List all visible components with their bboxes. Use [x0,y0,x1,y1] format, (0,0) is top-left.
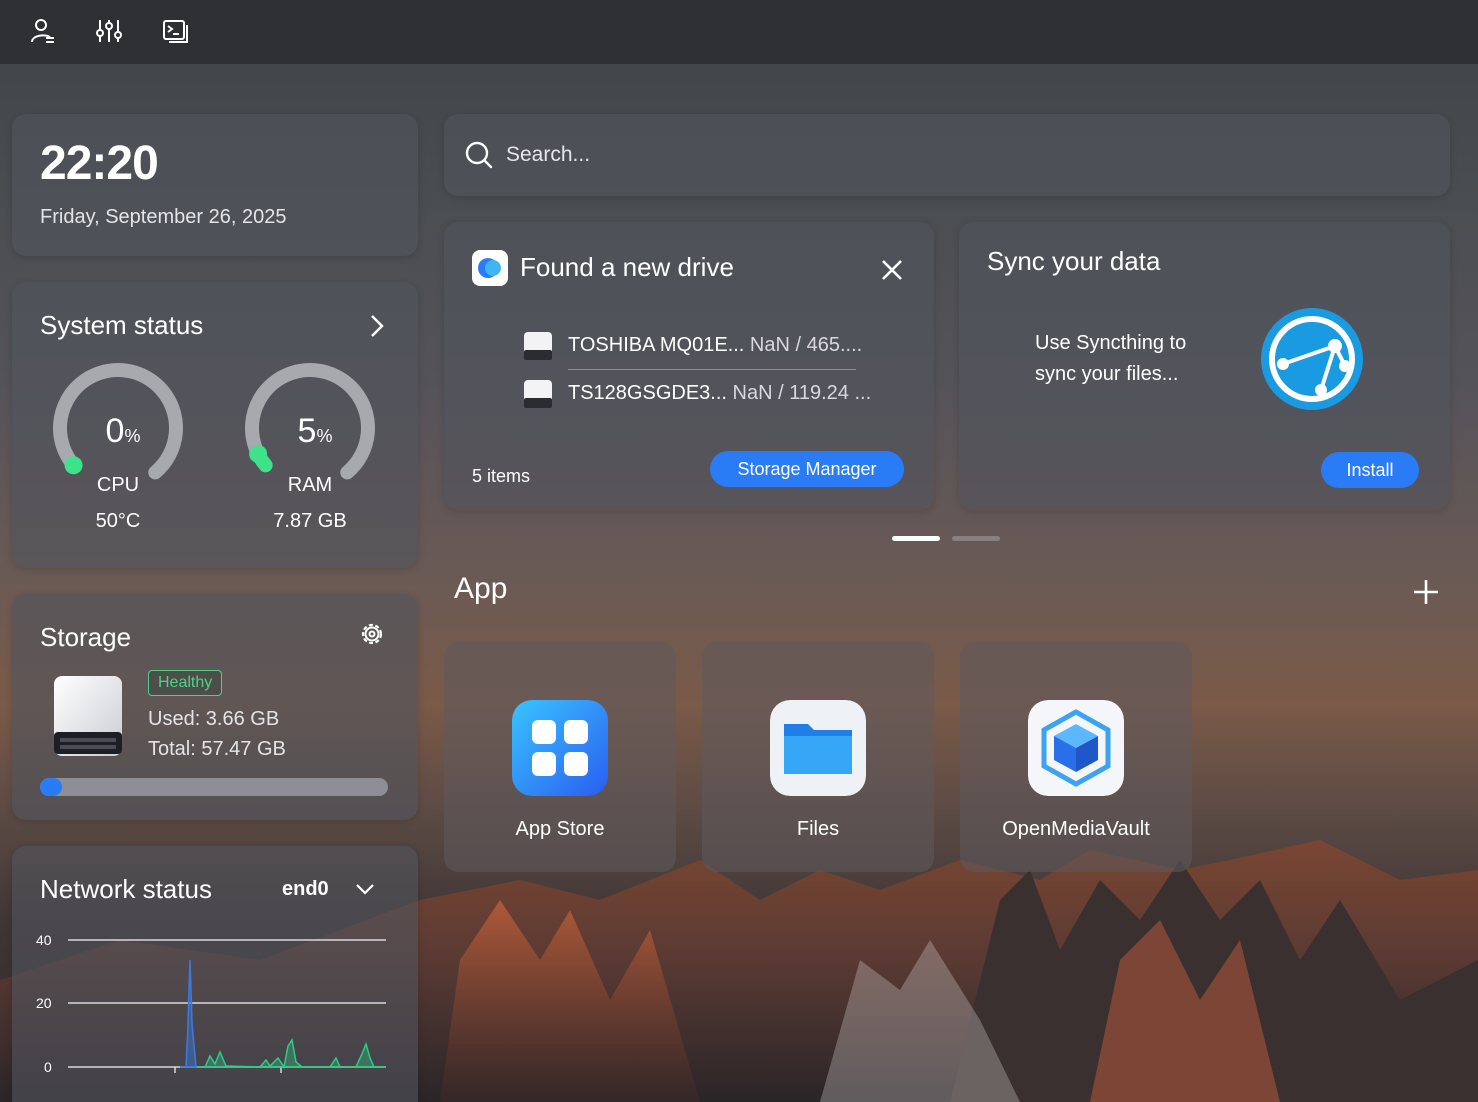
gear-icon[interactable] [358,620,386,648]
ram-percent: 5 [297,412,317,450]
sync-title: Sync your data [987,246,1161,276]
storage-used: Used: 3.66 GB [148,708,280,730]
sync-text-1: Use Syncthing to [1035,332,1187,354]
y-tick-0: 0 [44,1059,52,1075]
close-icon[interactable] [878,256,906,284]
storage-health-badge: Healthy [148,670,223,696]
ram-size: 7.87 GB [273,510,347,532]
app-label: OpenMediaVault [1002,818,1150,840]
sync-card: Sync your data Use Syncthing to sync you… [959,222,1450,510]
drive-label: TS128GSGDE3... NaN / 119.24 ... [568,382,871,405]
cpu-percent: 0 [105,412,125,450]
cpu-label: CPU [96,474,140,496]
clock-time: 22:20 [40,137,159,190]
cpu-temp: 50°C [95,510,141,532]
cpu-gauge-indicator [64,456,83,475]
app-tile-openmediavault[interactable]: OpenMediaVault [960,642,1192,872]
network-chart: 40 20 0 [36,932,386,1075]
storage-app-icon [472,250,508,286]
network-status-title: Network status [40,874,212,904]
drive-name: TS128GSGDE3... [568,382,727,404]
system-status-title: System status [40,310,204,340]
y-tick-40: 40 [36,932,52,948]
ram-unit: % [316,426,333,446]
app-tile-files[interactable]: Files [702,642,934,872]
y-tick-20: 20 [36,995,52,1011]
drive-row[interactable]: TOSHIBA MQ01E... NaN / 465.... [522,328,862,364]
drive-count: 5 items [472,466,531,486]
apps-title: App [454,572,508,605]
network-series-upload [180,1038,386,1069]
storage-usage-fill [40,778,63,796]
disk-icon [524,380,552,408]
storage-total: Total: 57.47 GB [148,738,286,760]
pager-dot[interactable] [952,536,1000,541]
drive-label: TOSHIBA MQ01E... NaN / 465.... [568,334,862,357]
search-icon [465,141,493,169]
drive-row[interactable]: TS128GSGDE3... NaN / 119.24 ... [522,376,871,412]
new-drive-card: Found a new drive TOSHIBA MQ01E... NaN /… [444,222,934,510]
drive-name: TOSHIBA MQ01E... [568,334,745,356]
drive-size: NaN / 119.24 ... [732,382,872,404]
system-status-card: System status 0% CPU 50°C 5% RAM 7.87 GB [12,282,418,568]
storage-manager-button[interactable]: Storage Manager [710,451,904,487]
network-interface-select[interactable]: end0 [282,876,392,906]
app-store-icon [512,700,608,796]
clock-card: 22:20 Friday, September 26, 2025 [12,114,418,256]
cpu-value: 0% [68,412,178,451]
app-label: Files [796,818,840,840]
drive-divider [568,369,856,370]
install-button[interactable]: Install [1321,452,1419,488]
terminal-icon[interactable] [160,16,190,46]
chevron-down-icon [356,884,374,895]
syncthing-logo-icon [1261,308,1363,410]
folder-icon [770,700,866,796]
new-drive-title: Found a new drive [520,252,734,282]
search-bar[interactable]: Search... [444,114,1450,196]
sliders-icon[interactable] [94,16,124,46]
carousel-pager [892,536,1002,542]
network-series-download [180,959,197,1068]
user-settings-icon[interactable] [28,16,58,46]
sync-text-2: sync your files... [1035,363,1179,385]
network-status-card: Network status end0 40 20 0 [12,846,418,1102]
app-tile-app-store[interactable]: App Store [444,642,676,872]
cube-icon [1028,700,1124,796]
drive-size: NaN / 465.... [749,334,863,356]
ram-label: RAM [287,474,333,496]
chevron-right-icon[interactable] [364,312,390,340]
search-placeholder: Search... [506,143,591,166]
disk-icon [524,332,552,360]
top-bar [0,0,1478,64]
ram-value: 5% [260,412,370,451]
network-interface-value: end0 [282,878,329,900]
storage-title: Storage [40,622,132,652]
clock-date: Friday, September 26, 2025 [40,206,287,228]
app-label: App Store [515,818,605,840]
storage-usage-bar [40,778,388,796]
pager-dot-active[interactable] [892,536,940,541]
cpu-unit: % [124,426,141,446]
storage-card: Storage Healthy Used: 3.66 GB Total: 57.… [12,594,418,820]
hard-drive-icon [54,676,122,756]
add-icon[interactable] [1410,576,1442,608]
